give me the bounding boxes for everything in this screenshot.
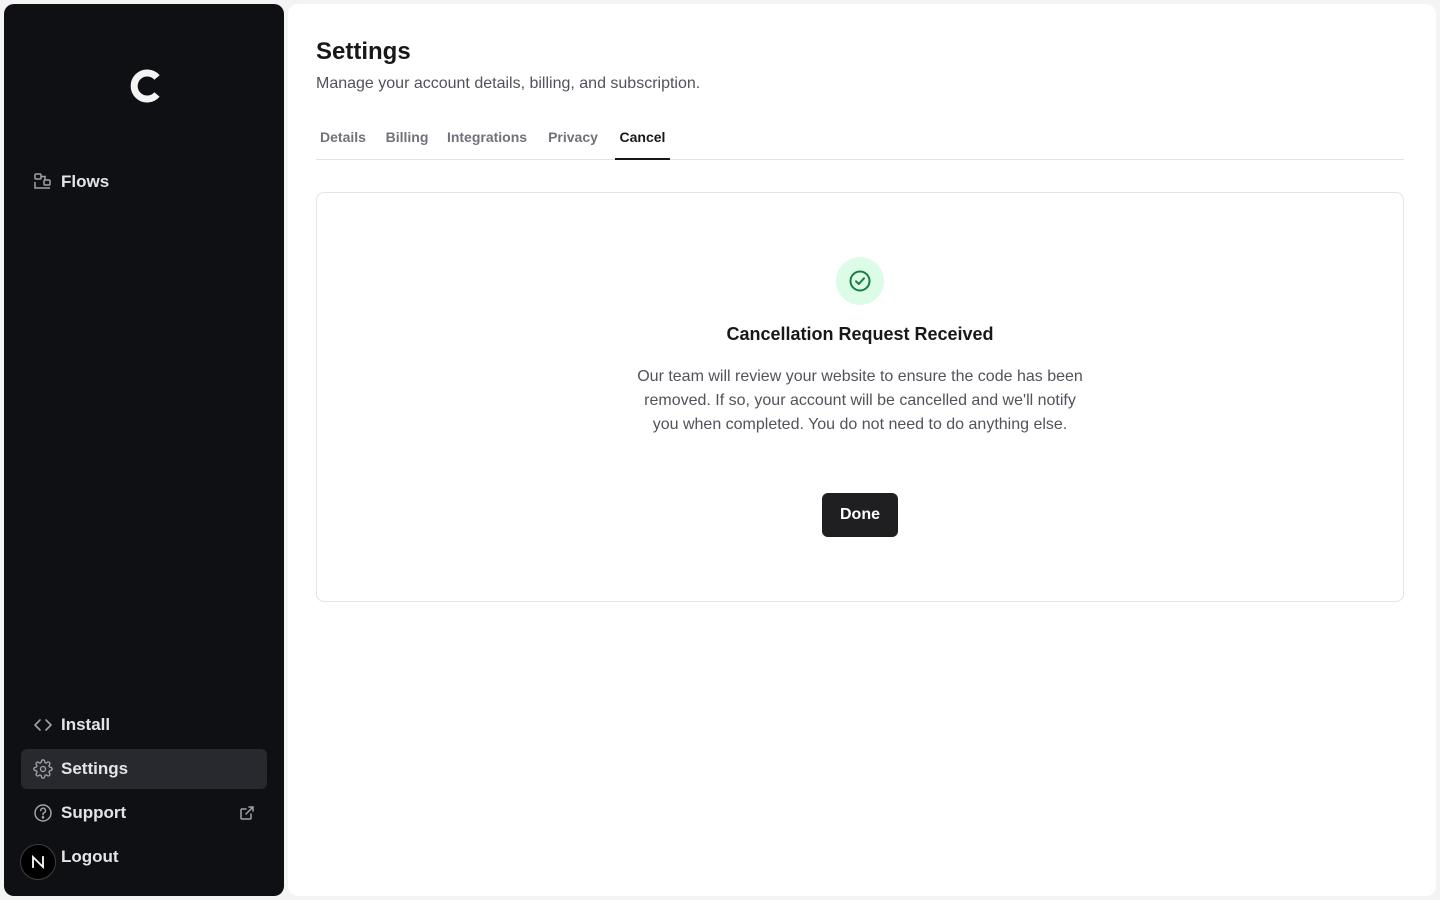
app-root: Flows Install Settings Support Logout Se… — [0, 0, 1440, 900]
avatar-letter-icon — [32, 854, 44, 870]
tab-billing[interactable]: Billing — [382, 122, 432, 160]
sidebar-item-logout[interactable]: Logout — [21, 837, 267, 877]
done-button[interactable]: Done — [822, 493, 898, 537]
gear-icon — [33, 759, 53, 779]
sidebar-item-label: Logout — [61, 847, 119, 866]
check-circle-icon — [836, 257, 884, 305]
sidebar-item-label: Install — [61, 715, 111, 734]
cancellation-card: Cancellation Request Received Our team w… — [316, 192, 1404, 602]
tab-details[interactable]: Details — [316, 122, 370, 160]
logo[interactable] — [128, 66, 168, 106]
tab-privacy[interactable]: Privacy — [544, 122, 602, 160]
sidebar-item-settings[interactable]: Settings — [21, 749, 267, 789]
sidebar-item-label: Support — [61, 803, 127, 822]
logo-icon — [130, 69, 160, 103]
sidebar-item-install[interactable]: Install — [21, 705, 267, 745]
sidebar-item-support[interactable]: Support — [21, 793, 267, 833]
main-content: Settings Manage your account details, bi… — [288, 4, 1436, 896]
flows-icon — [33, 172, 53, 192]
help-circle-icon — [33, 803, 53, 823]
tab-cancel[interactable]: Cancel — [615, 122, 670, 160]
sidebar-item-flows[interactable]: Flows — [21, 162, 267, 202]
sidebar-item-label: Flows — [61, 172, 110, 191]
settings-tabs: Details Billing Integrations Privacy Can… — [316, 122, 1404, 160]
code-icon — [33, 715, 53, 735]
sidebar: Flows Install Settings Support Logout — [4, 4, 284, 896]
tab-integrations[interactable]: Integrations — [443, 122, 531, 160]
card-message: Our team will review your website to ens… — [637, 368, 1083, 433]
card-title: Cancellation Request Received — [726, 324, 994, 344]
avatar[interactable] — [20, 844, 56, 880]
page-title: Settings — [316, 38, 411, 65]
page-subtitle: Manage your account details, billing, an… — [316, 75, 701, 92]
external-link-icon — [239, 805, 255, 821]
sidebar-item-label: Settings — [61, 759, 129, 778]
